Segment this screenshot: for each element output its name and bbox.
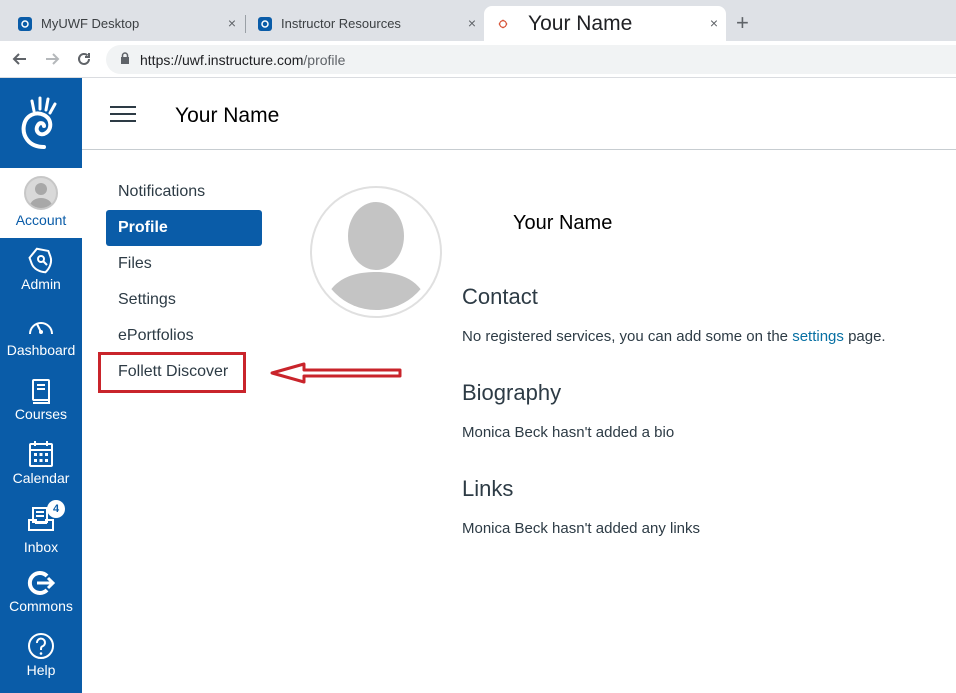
account-avatar <box>24 176 58 210</box>
forward-arrow-icon[interactable] <box>42 49 62 69</box>
profile-avatar[interactable] <box>310 186 442 318</box>
commons-icon <box>27 571 55 595</box>
tab-title: MyUWF Desktop <box>41 16 140 31</box>
dashboard-gauge-icon <box>29 322 53 335</box>
url-bar[interactable]: https://uwf.instructure.com/profile <box>106 45 956 74</box>
back-arrow-icon[interactable] <box>10 49 30 69</box>
institution-logo[interactable] <box>0 78 82 168</box>
new-tab-button[interactable]: + <box>736 12 749 34</box>
highlight-box <box>98 352 246 393</box>
inbox-unread-badge: 4 <box>47 500 65 518</box>
subnav-eportfolios[interactable]: ePortfolios <box>106 318 262 354</box>
links-text: Monica Beck hasn't added any links <box>462 520 701 537</box>
page-header: Your Name <box>82 78 956 150</box>
nav-label: Dashboard <box>6 342 76 358</box>
subnav-notifications[interactable]: Notifications <box>106 174 262 210</box>
canvas-favicon-icon <box>258 16 272 31</box>
biography-heading: Biography <box>462 380 562 405</box>
close-tab-icon[interactable]: × <box>710 15 718 31</box>
browser-tab-strip: MyUWF Desktop × Instructor Resources × Y… <box>0 0 956 41</box>
tab-title: Your Name <box>528 11 633 35</box>
browser-toolbar: https://uwf.instructure.com/profile <box>0 41 956 78</box>
links-heading: Links <box>462 476 514 501</box>
nav-label: Account <box>15 212 67 228</box>
nav-admin[interactable]: Admin <box>0 246 82 292</box>
nav-courses[interactable]: Courses <box>0 378 82 422</box>
profile-name: Your Name <box>513 212 613 234</box>
tab-divider <box>245 15 246 33</box>
nav-help[interactable]: Help <box>0 632 82 678</box>
nav-label: Inbox <box>23 539 59 555</box>
nav-account[interactable]: Account <box>0 168 82 238</box>
canvas-favicon-icon <box>18 16 32 31</box>
nav-calendar[interactable]: Calendar <box>0 440 82 486</box>
nav-commons[interactable]: Commons <box>0 570 82 614</box>
global-navigation: Account Admin Dashboard Courses Calendar… <box>0 78 82 693</box>
nav-label: Commons <box>9 598 73 614</box>
calendar-icon <box>29 441 53 467</box>
canvas-ring-favicon-icon <box>494 15 512 33</box>
nautilus-logo-icon <box>21 96 57 149</box>
subnav-files[interactable]: Files <box>106 246 262 282</box>
page-title: Your Name <box>175 104 280 127</box>
contact-heading: Contact <box>462 284 538 309</box>
reload-icon[interactable] <box>74 49 94 69</box>
nav-dashboard[interactable]: Dashboard <box>0 314 82 358</box>
biography-text: Monica Beck hasn't added a bio <box>462 424 675 441</box>
close-tab-icon[interactable]: × <box>468 15 476 31</box>
subnav-profile[interactable]: Profile <box>106 210 262 246</box>
default-avatar-icon <box>322 202 430 310</box>
hamburger-menu-icon[interactable] <box>110 106 136 124</box>
close-tab-icon[interactable]: × <box>228 15 236 31</box>
lock-icon <box>120 51 130 69</box>
nav-inbox[interactable]: 4 Inbox <box>0 500 82 555</box>
help-question-icon <box>28 633 54 659</box>
nav-label: Courses <box>14 406 68 422</box>
browser-tab-active[interactable]: Your Name × <box>484 6 726 41</box>
settings-link[interactable]: settings <box>792 328 844 345</box>
browser-tab-myuwf[interactable]: MyUWF Desktop × <box>8 6 244 41</box>
nav-label: Help <box>26 662 56 678</box>
nav-label: Calendar <box>12 470 70 486</box>
admin-shield-icon <box>28 247 53 274</box>
nav-label: Admin <box>21 276 61 292</box>
subnav-settings[interactable]: Settings <box>106 282 262 318</box>
courses-book-icon <box>32 379 50 404</box>
annotation-arrow-icon <box>270 362 402 384</box>
browser-tab-instructor-resources[interactable]: Instructor Resources × <box>248 6 484 41</box>
tab-title: Instructor Resources <box>281 16 401 31</box>
contact-text: No registered services, you can add some… <box>462 328 886 345</box>
url-text: https://uwf.instructure.com/profile <box>140 51 346 68</box>
